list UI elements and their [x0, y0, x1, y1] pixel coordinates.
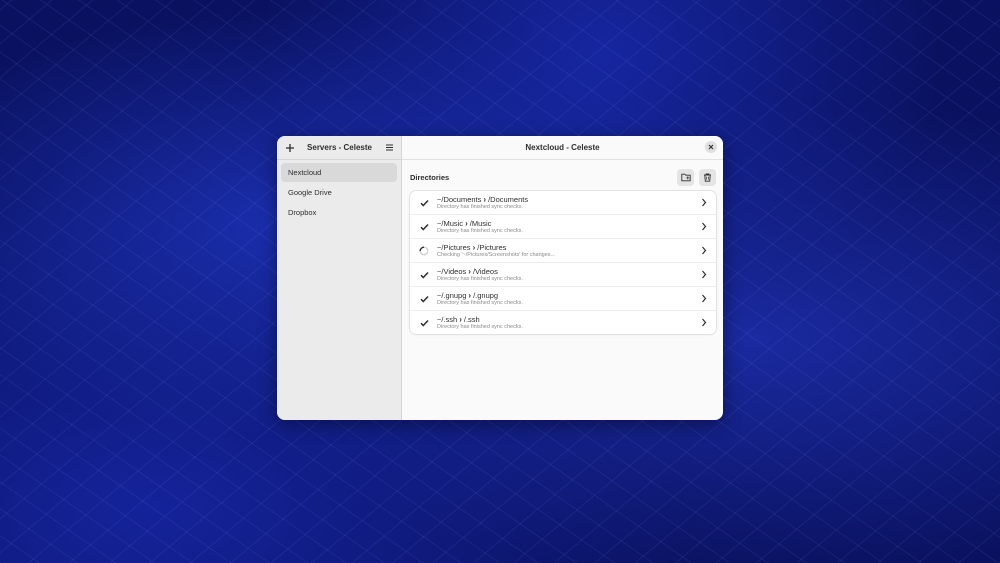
directory-path: ~/.gnupg › /.gnupg	[437, 291, 700, 300]
remote-path: /Pictures	[477, 242, 507, 252]
remote-path: /.gnupg	[473, 290, 499, 300]
directory-row-pictures[interactable]: ~/Pictures › /Pictures Checking '~/Pictu…	[410, 239, 716, 263]
sidebar-item-dropbox[interactable]: Dropbox	[281, 203, 397, 222]
remote-path: /Videos	[472, 266, 498, 276]
local-path: ~/.gnupg	[437, 290, 467, 300]
arrow-right-icon: ›	[483, 194, 487, 204]
main-pane: Nextcloud - Celeste Directories ~/Docume…	[402, 136, 723, 420]
main-header: Nextcloud - Celeste	[402, 136, 723, 160]
checkmark-icon	[419, 198, 429, 208]
app-window: Servers - Celeste Nextcloud Google Drive…	[277, 136, 723, 420]
directory-row-music[interactable]: ~/Music › /Music Directory has finished …	[410, 215, 716, 239]
directory-status: Directory has finished sync checks.	[437, 275, 523, 282]
remote-path: /Documents	[488, 194, 529, 204]
remote-path: /.ssh	[463, 314, 480, 324]
directory-status: Directory has finished sync checks.	[437, 227, 523, 234]
chevron-right-icon	[700, 198, 708, 208]
hamburger-menu-icon[interactable]	[383, 142, 395, 154]
new-folder-icon[interactable]	[677, 168, 694, 186]
server-list: Nextcloud Google Drive Dropbox	[277, 160, 401, 226]
remote-path: /Music	[469, 218, 492, 228]
spinner-icon	[419, 246, 429, 256]
directory-path: ~/Pictures › /Pictures	[437, 243, 700, 252]
chevron-right-icon	[700, 270, 708, 280]
local-path: ~/Pictures	[437, 242, 471, 252]
trash-icon[interactable]	[699, 168, 716, 186]
checkmark-icon	[419, 318, 429, 328]
directory-path: ~/Videos › /Videos	[437, 267, 700, 276]
local-path: ~/Music	[437, 218, 464, 228]
local-path: ~/.ssh	[437, 314, 458, 324]
directory-status: Directory has finished sync checks.	[437, 299, 523, 306]
directories-toolbar: Directories	[410, 168, 716, 186]
chevron-right-icon	[700, 246, 708, 256]
sidebar-item-google-drive[interactable]: Google Drive	[281, 183, 397, 202]
directory-status: Directory has finished sync checks.	[437, 203, 523, 210]
plus-icon[interactable]	[284, 142, 296, 154]
directory-row-documents[interactable]: ~/Documents › /Documents Directory has f…	[410, 191, 716, 215]
directory-row-gnupg[interactable]: ~/.gnupg › /.gnupg Directory has finishe…	[410, 287, 716, 311]
local-path: ~/Documents	[437, 194, 482, 204]
directory-row-videos[interactable]: ~/Videos › /Videos Directory has finishe…	[410, 263, 716, 287]
arrow-right-icon: ›	[468, 266, 471, 276]
close-icon[interactable]	[705, 141, 717, 153]
directory-path: ~/.ssh › /.ssh	[437, 315, 700, 324]
chevron-right-icon	[700, 294, 708, 304]
sidebar-title: Servers - Celeste	[307, 143, 372, 152]
directory-list: ~/Documents › /Documents Directory has f…	[410, 191, 716, 334]
directory-status: Directory has finished sync checks.	[437, 323, 523, 330]
directory-path: ~/Music › /Music	[437, 219, 700, 228]
arrow-right-icon: ›	[468, 290, 472, 300]
sidebar-header: Servers - Celeste	[277, 136, 401, 160]
directories-heading: Directories	[410, 172, 450, 182]
sidebar: Servers - Celeste Nextcloud Google Drive…	[277, 136, 402, 420]
local-path: ~/Videos	[437, 266, 467, 276]
directory-actions	[677, 168, 716, 186]
checkmark-icon	[419, 270, 429, 280]
arrow-right-icon: ›	[459, 314, 462, 324]
directory-row-ssh[interactable]: ~/.ssh › /.ssh Directory has finished sy…	[410, 311, 716, 334]
chevron-right-icon	[700, 318, 708, 328]
arrow-right-icon: ›	[472, 242, 476, 252]
checkmark-icon	[419, 222, 429, 232]
window-title: Nextcloud - Celeste	[525, 143, 600, 152]
directory-status: Checking '~/Pictures/Screenshots' for ch…	[437, 251, 556, 258]
sidebar-item-nextcloud[interactable]: Nextcloud	[281, 163, 397, 182]
chevron-right-icon	[700, 222, 708, 232]
checkmark-icon	[419, 294, 429, 304]
arrow-right-icon: ›	[465, 218, 468, 228]
directory-path: ~/Documents › /Documents	[437, 195, 700, 204]
content-area: Directories ~/Documents › /Documents Dir…	[402, 160, 723, 334]
